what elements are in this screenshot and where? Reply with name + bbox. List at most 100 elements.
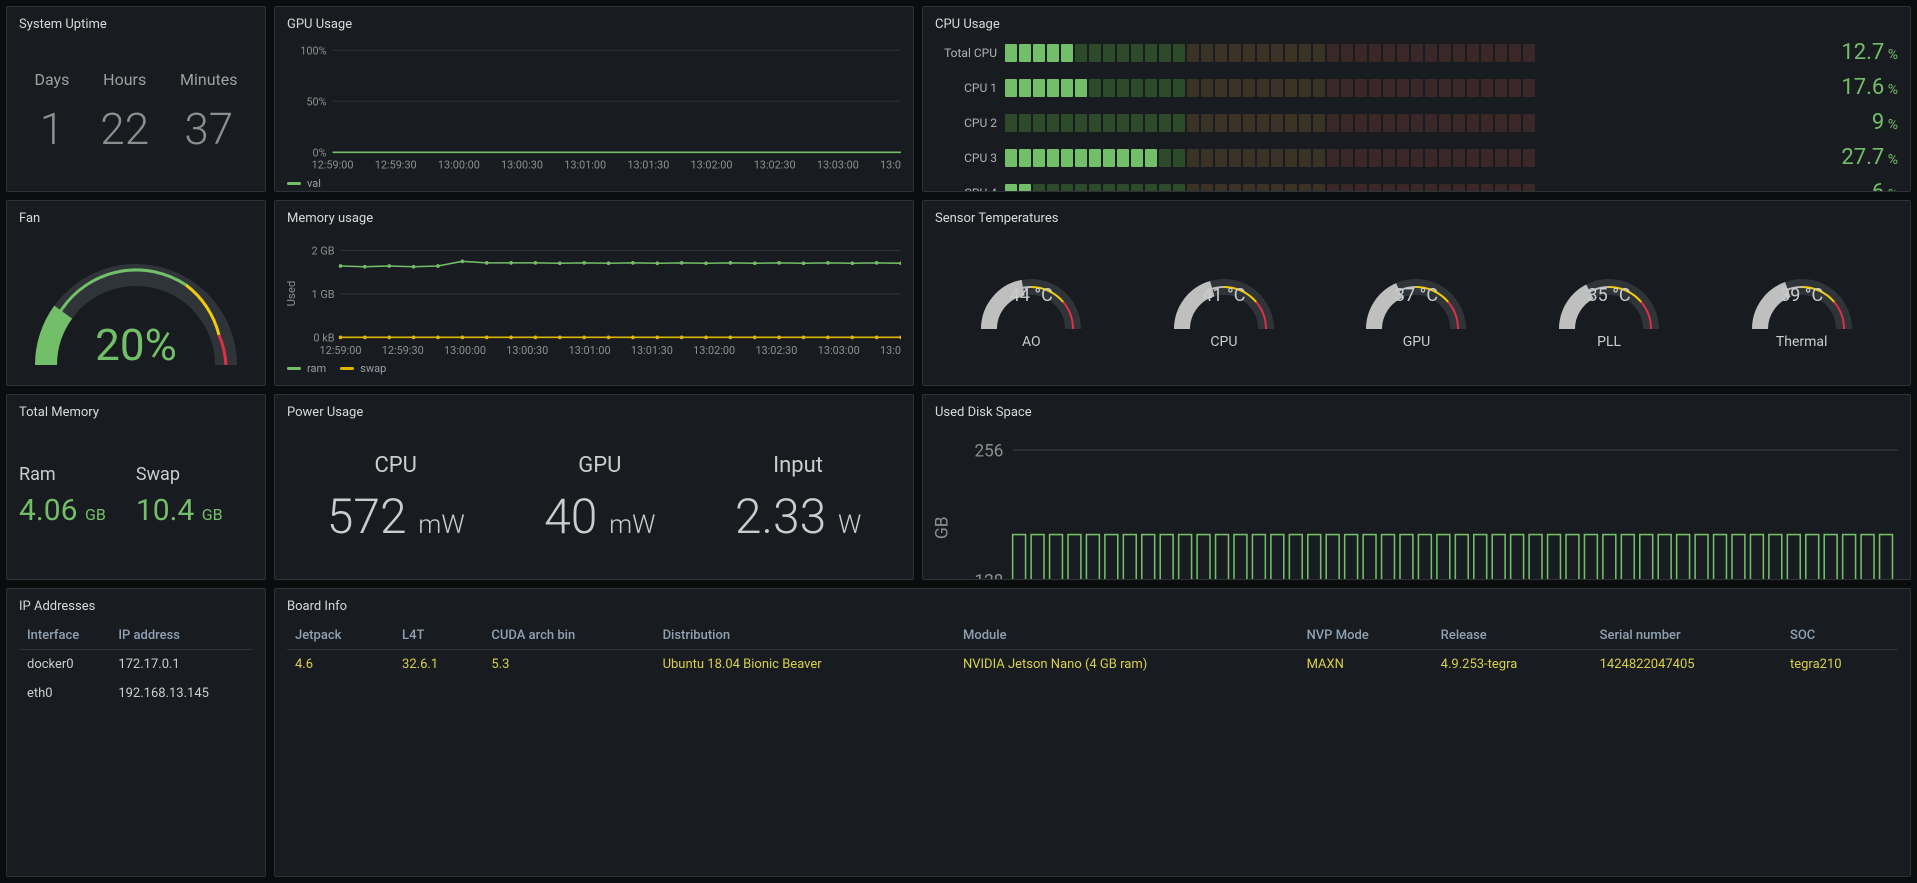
legend-ram[interactable]: ram <box>287 362 326 375</box>
cell: 5.3 <box>483 650 654 680</box>
gpu-usage-panel: GPU Usage 100% 50% 0% 12:59:00 12:59:30 13… <box>274 6 914 192</box>
legend-label: val <box>307 177 321 190</box>
ram-stat: Ram 4.06 GB <box>19 464 106 528</box>
svg-text:13:03:00: 13:03:00 <box>818 344 860 357</box>
table-row[interactable]: eth0192.168.13.145 <box>19 679 253 708</box>
column-header[interactable]: CUDA arch bin <box>483 622 654 650</box>
unit: W <box>838 510 861 540</box>
panel-title: CPU Usage <box>935 17 1898 32</box>
cpu-label: CPU 3 <box>935 151 997 165</box>
fan-gauge: 20% <box>19 234 253 375</box>
svg-text:12:59:00: 12:59:00 <box>312 158 354 171</box>
cpu-label: CPU 1 <box>935 81 997 95</box>
gpu-chart[interactable]: 100% 50% 0% 12:59:0012:59:3013:00:0013:0… <box>287 40 901 173</box>
svg-text:12:59:30: 12:59:30 <box>375 158 417 171</box>
sensor-value: 44 °C <box>976 285 1086 306</box>
sensor-temperatures-panel: Sensor Temperatures 44 °CAO41 °CCPU37 °C… <box>922 200 1911 386</box>
svg-text:13:03:30: 13:03:30 <box>880 344 901 357</box>
svg-text:50%: 50% <box>306 95 326 108</box>
cell: 4.9.253-tegra <box>1433 650 1592 680</box>
column-header[interactable]: Serial number <box>1592 622 1782 650</box>
table-row[interactable]: docker0172.17.0.1 <box>19 650 253 680</box>
panel-title: Memory usage <box>287 211 901 226</box>
svg-text:Used: Used <box>287 281 298 307</box>
panel-title: Board Info <box>287 599 1898 614</box>
column-header[interactable]: Jetpack <box>287 622 394 650</box>
board-info-panel: Board Info JetpackL4TCUDA arch binDistri… <box>274 588 1911 877</box>
label: Ram <box>19 464 106 485</box>
label: Minutes <box>180 70 238 89</box>
column-header[interactable]: L4T <box>394 622 483 650</box>
ip-table[interactable]: InterfaceIP address docker0172.17.0.1eth… <box>19 622 253 708</box>
svg-text:100%: 100% <box>300 44 326 57</box>
sensor-value: 35 °C <box>1554 285 1664 306</box>
legend-label: ram <box>307 362 326 375</box>
panel-title: Fan <box>19 211 253 226</box>
panel-title: Power Usage <box>287 405 901 420</box>
value: 10.4 <box>136 493 195 528</box>
cpu-value: 12.7 % <box>1818 40 1898 65</box>
label: Input <box>735 453 861 478</box>
uptime-hours: Hours 22 <box>100 70 149 155</box>
panel-title: Used Disk Space <box>935 405 1898 420</box>
sensor-value: 37 °C <box>1361 285 1471 306</box>
legend-val[interactable]: val <box>287 177 321 190</box>
value: 22 <box>100 103 149 155</box>
power-usage-panel: Power Usage CPU572 mWGPU40 mWInput2.33 W <box>274 394 914 580</box>
sensor-name: Thermal <box>1747 334 1857 350</box>
cpu-cells <box>1005 184 1810 193</box>
sensor-value: 41 °C <box>1169 285 1279 306</box>
column-header[interactable]: SOC <box>1782 622 1898 650</box>
cpu-row-3: CPU 327.7 % <box>935 145 1898 170</box>
sensor-name: PLL <box>1554 334 1664 350</box>
cpu-value: 9 % <box>1818 110 1898 135</box>
svg-text:12:59:30: 12:59:30 <box>382 344 424 357</box>
panel-title: Sensor Temperatures <box>935 211 1898 226</box>
uptime-days: Days 1 <box>34 70 69 155</box>
table-row[interactable]: 4.632.6.15.3Ubuntu 18.04 Bionic BeaverNV… <box>287 650 1898 680</box>
label: Days <box>34 70 69 89</box>
board-table[interactable]: JetpackL4TCUDA arch binDistributionModul… <box>287 622 1898 679</box>
used-disk-space-panel: Used Disk Space GB 256 128 12:59:0012:59… <box>922 394 1911 580</box>
svg-text:0%: 0% <box>313 146 327 159</box>
cpu-cells <box>1005 114 1810 132</box>
cell: 172.17.0.1 <box>110 650 253 680</box>
cell: 1424822047405 <box>1592 650 1782 680</box>
cpu-label: CPU 2 <box>935 116 997 130</box>
panel-title: GPU Usage <box>287 17 901 32</box>
fan-value: 20% <box>19 319 253 371</box>
sensor-name: GPU <box>1361 334 1471 350</box>
disk-chart[interactable]: GB 256 128 12:59:0012:59:3013:00:0013:00… <box>935 428 1898 580</box>
column-header[interactable]: Release <box>1433 622 1592 650</box>
svg-text:13:03:00: 13:03:00 <box>817 158 859 171</box>
sensor-name: CPU <box>1169 334 1279 350</box>
cell: eth0 <box>19 679 110 708</box>
column-header[interactable]: Module <box>955 622 1299 650</box>
unit: mW <box>418 510 464 540</box>
svg-text:13:02:30: 13:02:30 <box>755 344 797 357</box>
cell: 4.6 <box>287 650 394 680</box>
legend-swap[interactable]: swap <box>340 362 386 375</box>
svg-text:128: 128 <box>975 571 1004 580</box>
memory-chart[interactable]: Used 2 GB 1 GB 0 kB 12:59:0012:59:3013:0… <box>287 234 901 358</box>
column-header[interactable]: NVP Mode <box>1299 622 1433 650</box>
svg-text:13:00:00: 13:00:00 <box>444 344 486 357</box>
cpu-row-0: Total CPU12.7 % <box>935 40 1898 65</box>
value: 40 <box>544 488 597 545</box>
cell: 192.168.13.145 <box>110 679 253 708</box>
svg-text:13:01:00: 13:01:00 <box>564 158 606 171</box>
cell: 32.6.1 <box>394 650 483 680</box>
memory-usage-panel: Memory usage Used 2 GB 1 GB 0 kB 12:59:0… <box>274 200 914 386</box>
column-header[interactable]: Distribution <box>655 622 955 650</box>
value: 1 <box>34 103 69 155</box>
label: Hours <box>100 70 149 89</box>
svg-text:0 kB: 0 kB <box>313 331 334 344</box>
sensor-cpu: 41 °C CPU <box>1169 259 1279 350</box>
power-input: Input2.33 W <box>735 453 861 545</box>
cpu-cells <box>1005 79 1810 97</box>
cpu-row-1: CPU 117.6 % <box>935 75 1898 100</box>
svg-text:13:01:30: 13:01:30 <box>631 344 673 357</box>
column-header[interactable]: IP address <box>110 622 253 650</box>
svg-text:256: 256 <box>975 441 1004 461</box>
column-header[interactable]: Interface <box>19 622 110 650</box>
